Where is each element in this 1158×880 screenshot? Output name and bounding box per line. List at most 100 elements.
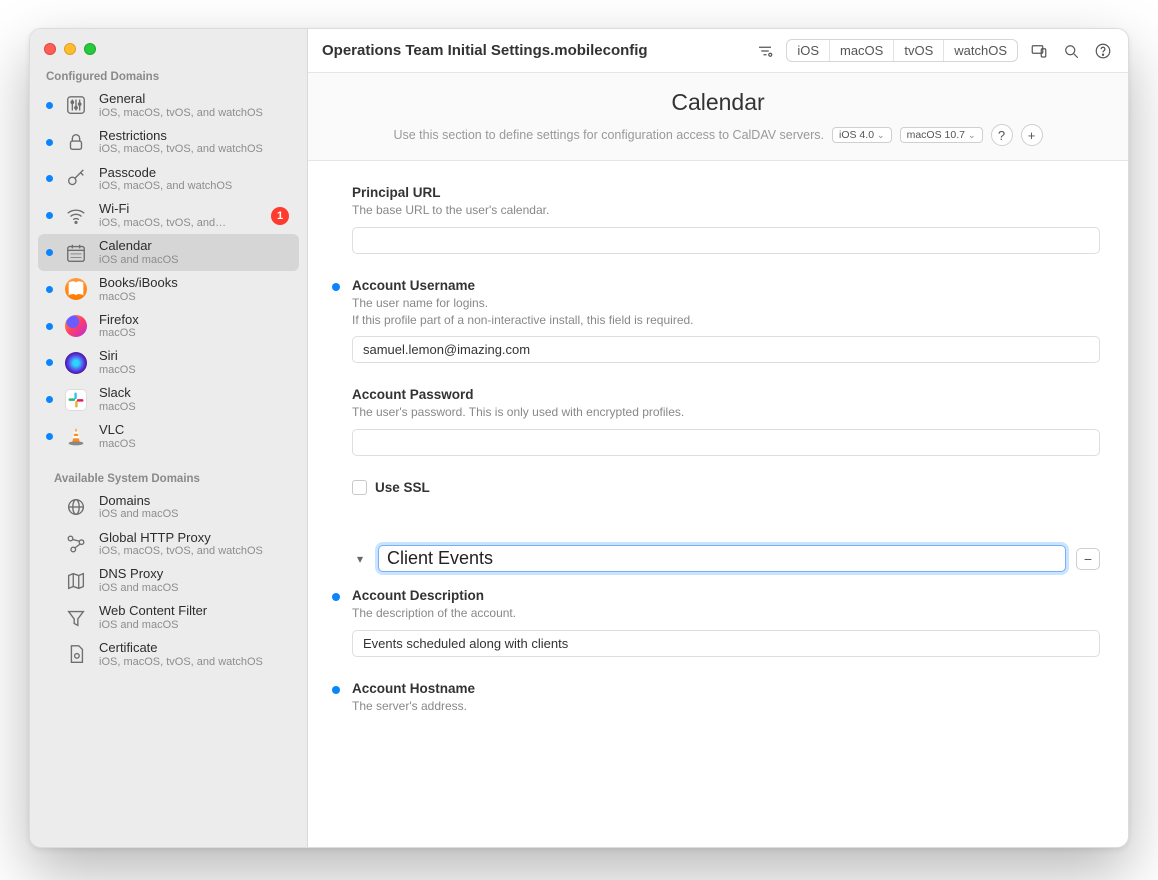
app-window: Configured Domains General iOS, macOS, t… [29, 28, 1129, 848]
help-icon[interactable] [1092, 40, 1114, 62]
sidebar-item-sub: iOS and macOS [99, 619, 207, 632]
account-name-input[interactable] [378, 545, 1066, 572]
panel-help-button[interactable]: ? [991, 124, 1013, 146]
configured-dot [332, 283, 340, 291]
remove-account-button[interactable]: − [1076, 548, 1100, 570]
sidebar-item-passcode[interactable]: Passcode iOS, macOS, and watchOS [38, 161, 299, 198]
sidebar-item-wifi[interactable]: Wi-Fi iOS, macOS, tvOS, and… 1 [38, 197, 299, 234]
sidebar-item-sub: macOS [99, 401, 136, 414]
proxy-icon [63, 531, 89, 557]
sidebar-item-certificate[interactable]: Certificate iOS, macOS, tvOS, and watchO… [38, 636, 299, 673]
description-input[interactable] [352, 630, 1100, 657]
configured-dot [46, 102, 53, 109]
sidebar-item-label: Global HTTP Proxy [99, 530, 263, 546]
field-desc: The user name for logins. If this profil… [352, 295, 1100, 329]
chip-ios-version[interactable]: iOS 4.0⌄ [832, 127, 892, 143]
seg-watchos[interactable]: watchOS [944, 40, 1017, 61]
seg-ios[interactable]: iOS [787, 40, 830, 61]
firefox-app-icon [63, 313, 89, 339]
device-icon[interactable] [1028, 40, 1050, 62]
configured-dot [46, 396, 53, 403]
field-label: Account Username [352, 278, 1100, 293]
chip-macos-version[interactable]: macOS 10.7⌄ [900, 127, 983, 143]
configured-dot [46, 212, 53, 219]
sidebar-item-label: Restrictions [99, 128, 263, 144]
sidebar-item-sub: macOS [99, 438, 136, 451]
configured-dot [46, 359, 53, 366]
field-label: Account Password [352, 387, 1100, 402]
books-app-icon [63, 276, 89, 302]
field-desc: The base URL to the user's calendar. [352, 202, 1100, 219]
account-block: ▾ − Account Description The description … [328, 525, 1100, 715]
sidebar-item-sub: macOS [99, 327, 139, 340]
sliders-icon [63, 92, 89, 118]
configured-dot [46, 323, 53, 330]
globe-icon [63, 494, 89, 520]
seg-macos[interactable]: macOS [830, 40, 894, 61]
wifi-badge: 1 [271, 207, 289, 225]
zoom-window-button[interactable] [84, 43, 96, 55]
sidebar-item-siri[interactable]: Siri macOS [38, 344, 299, 381]
seg-tvos[interactable]: tvOS [894, 40, 944, 61]
search-icon[interactable] [1060, 40, 1082, 62]
slack-app-icon [63, 387, 89, 413]
field-desc: The user's password. This is only used w… [352, 404, 1100, 421]
form-content[interactable]: Principal URL The base URL to the user's… [308, 161, 1128, 847]
sidebar-item-sub: iOS, macOS, tvOS, and watchOS [99, 545, 263, 558]
sidebar-item-vlc[interactable]: VLC macOS [38, 418, 299, 455]
sidebar-item-dns-proxy[interactable]: DNS Proxy iOS and macOS [38, 562, 299, 599]
use-ssl-checkbox[interactable] [352, 480, 367, 495]
platform-segmented[interactable]: iOS macOS tvOS watchOS [786, 39, 1018, 62]
sidebar-item-firefox[interactable]: Firefox macOS [38, 308, 299, 345]
spacer-dot [46, 614, 53, 621]
sidebar-item-web-content-filter[interactable]: Web Content Filter iOS and macOS [38, 599, 299, 636]
sidebar-scroll[interactable]: General iOS, macOS, tvOS, and watchOS Re… [30, 87, 307, 847]
configured-dot [332, 593, 340, 601]
field-label: Principal URL [352, 185, 1100, 200]
panel-add-button[interactable]: + [1021, 124, 1043, 146]
configured-dot [46, 249, 53, 256]
filter-icon[interactable] [754, 40, 776, 62]
field-hostname: Account Hostname The server's address. [328, 681, 1100, 715]
sidebar-item-books[interactable]: Books/iBooks macOS [38, 271, 299, 308]
sidebar-item-sub: iOS, macOS, tvOS, and watchOS [99, 143, 263, 156]
field-desc: The description of the account. [352, 605, 1100, 622]
sidebar-item-calendar[interactable]: Calendar iOS and macOS [38, 234, 299, 271]
panel-title: Calendar [332, 89, 1104, 116]
field-password: Account Password The user's password. Th… [328, 387, 1100, 456]
sidebar-item-proxy[interactable]: Global HTTP Proxy iOS, macOS, tvOS, and … [38, 526, 299, 563]
sidebar-item-domains[interactable]: Domains iOS and macOS [38, 489, 299, 526]
wifi-icon [63, 203, 89, 229]
sidebar-item-sub: iOS, macOS, tvOS, and watchOS [99, 656, 263, 669]
field-label: Account Description [352, 588, 1100, 603]
configured-dot [46, 433, 53, 440]
close-window-button[interactable] [44, 43, 56, 55]
minimize-window-button[interactable] [64, 43, 76, 55]
sidebar-item-restrictions[interactable]: Restrictions iOS, macOS, tvOS, and watch… [38, 124, 299, 161]
configured-dot [46, 286, 53, 293]
sidebar-item-slack[interactable]: Slack macOS [38, 381, 299, 418]
siri-app-icon [63, 350, 89, 376]
sidebar-item-label: General [99, 91, 263, 107]
map-icon [63, 568, 89, 594]
chevron-down-icon[interactable]: ▾ [352, 552, 368, 566]
sidebar-item-general[interactable]: General iOS, macOS, tvOS, and watchOS [38, 87, 299, 124]
funnel-icon [63, 605, 89, 631]
lock-icon [63, 129, 89, 155]
window-controls [30, 29, 307, 63]
panel-header: Calendar Use this section to define sett… [308, 73, 1128, 161]
vlc-app-icon [63, 423, 89, 449]
username-input[interactable] [352, 336, 1100, 363]
field-label: Account Hostname [352, 681, 1100, 696]
main-panel: Operations Team Initial Settings.mobilec… [308, 29, 1128, 847]
document-title: Operations Team Initial Settings.mobilec… [322, 42, 648, 59]
sidebar-item-label: Siri [99, 348, 136, 364]
sidebar-item-sub: iOS and macOS [99, 254, 178, 267]
sidebar-item-label: DNS Proxy [99, 566, 178, 582]
sidebar-item-sub: macOS [99, 364, 136, 377]
certificate-icon [63, 641, 89, 667]
principal-url-input[interactable] [352, 227, 1100, 254]
password-input[interactable] [352, 429, 1100, 456]
configured-dot [46, 175, 53, 182]
toolbar: Operations Team Initial Settings.mobilec… [308, 29, 1128, 73]
